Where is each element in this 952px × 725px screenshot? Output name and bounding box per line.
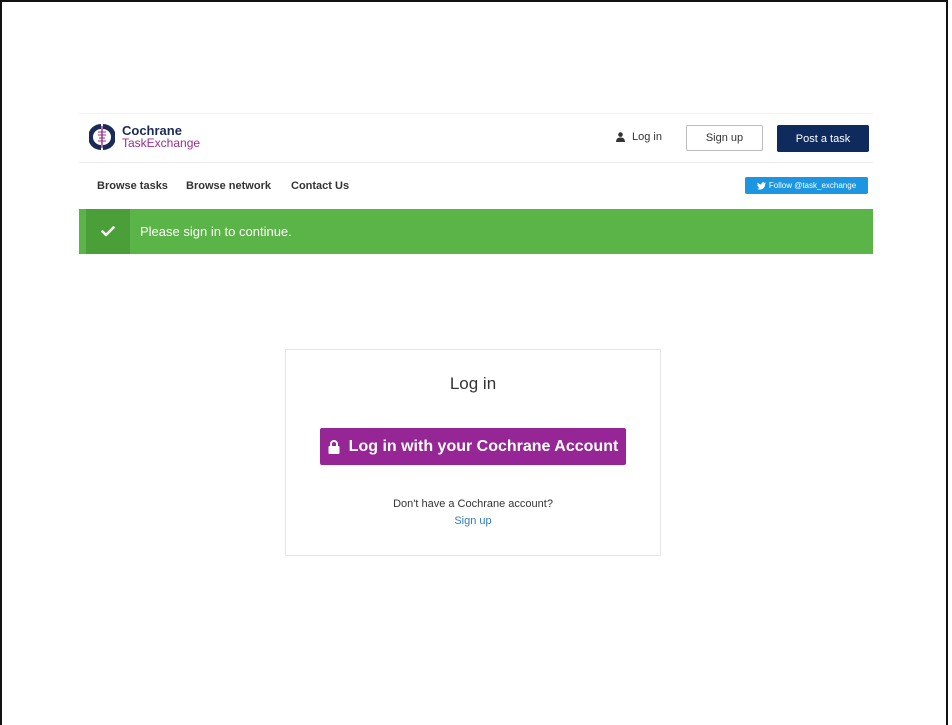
post-task-button[interactable]: Post a task — [777, 125, 869, 152]
login-card-title: Log in — [449, 374, 497, 393]
twitter-follow-label: Follow @task_exchange — [768, 181, 857, 190]
twitter-bird-icon — [756, 181, 766, 190]
cochrane-login-button[interactable]: Log in with your Cochrane Account — [320, 428, 626, 465]
twitter-follow-button[interactable]: Follow @task_exchange — [745, 177, 868, 194]
cochrane-logo[interactable]: Cochrane TaskExchange — [89, 122, 200, 152]
user-icon — [616, 132, 625, 142]
alert-message: Please sign in to continue. — [140, 224, 292, 239]
logo-subtitle: TaskExchange — [122, 136, 201, 150]
nav-item-browse-tasks[interactable]: Browse tasks — [97, 180, 168, 192]
checkmark-icon — [101, 226, 115, 237]
cochrane-login-button-label: Log in with your Cochrane Account — [348, 437, 619, 455]
login-link-label: Log in — [632, 131, 662, 143]
cochrane-logo-icon — [89, 124, 115, 150]
nav-item-contact-us[interactable]: Contact Us — [291, 180, 349, 192]
signup-button[interactable]: Sign up — [686, 125, 763, 151]
card-signup-link[interactable]: Sign up — [286, 515, 660, 527]
top-bar: Cochrane TaskExchange Log in Sign up Pos… — [79, 113, 873, 163]
site: Cochrane TaskExchange Log in Sign up Pos… — [79, 113, 873, 254]
alert-icon-box — [86, 209, 130, 254]
signin-alert: Please sign in to continue. — [79, 209, 873, 254]
login-link[interactable]: Log in — [616, 131, 662, 143]
login-card: Log in Log in with your Cochrane Account… — [285, 349, 661, 556]
no-account-prompt: Don't have a Cochrane account? — [393, 498, 553, 510]
nav-bar: Browse tasks Browse network Contact Us F… — [79, 163, 873, 209]
nav-item-browse-network[interactable]: Browse network — [186, 180, 271, 192]
lock-icon — [328, 439, 340, 454]
